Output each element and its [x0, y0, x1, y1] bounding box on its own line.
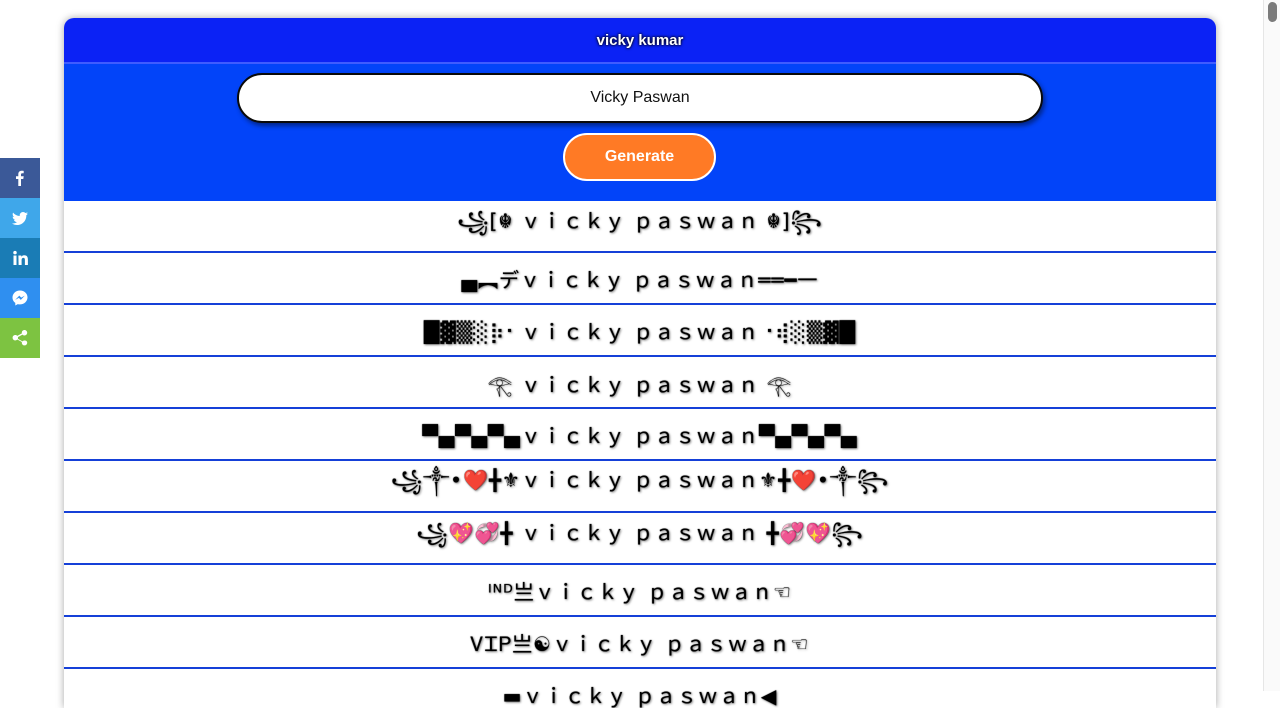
result-item[interactable]: 𓂀 ｖｉｃｋｙ ｐａｓｗａｎ 𓂀: [64, 357, 1216, 409]
linkedin-icon: [13, 250, 28, 265]
result-item[interactable]: ᴵᴺᴰ亗ｖｉｃｋｙ ｐａｓｗａｎ☜: [64, 565, 1216, 617]
generator-card: vicky kumar Generate ꧁[☬ ｖｉｃｋｙ ｐａｓｗａｎ ☬]…: [64, 18, 1216, 708]
result-item[interactable]: ▬ｖｉｃｋｙ ｐａｓｗａｎ◀: [64, 669, 1216, 708]
generate-button[interactable]: Generate: [563, 133, 716, 181]
result-item[interactable]: ꧁༒•❤️╋⚜ｖｉｃｋｙ ｐａｓｗａｎ⚜╋❤️•༒꧂: [64, 461, 1216, 513]
result-item[interactable]: ▄︻デｖｉｃｋｙ ｐａｓｗａｎ══━一: [64, 253, 1216, 305]
result-item[interactable]: ▀▄▀▄▀▄ｖｉｃｋｙ ｐａｓｗａｎ▀▄▀▄▀▄: [64, 409, 1216, 461]
messenger-share-button[interactable]: [0, 278, 40, 318]
general-share-button[interactable]: [0, 318, 40, 358]
facebook-icon: [16, 170, 24, 186]
result-item[interactable]: ᏙᏆᏢ亗☯ｖｉｃｋｙ ｐａｓｗａｎ☜: [64, 617, 1216, 669]
facebook-share-button[interactable]: [0, 158, 40, 198]
twitter-icon: [12, 212, 28, 225]
scrollbar[interactable]: [1263, 0, 1280, 691]
twitter-share-button[interactable]: [0, 198, 40, 238]
result-item[interactable]: ꧁[☬ ｖｉｃｋｙ ｐａｓｗａｎ ☬]꧂: [64, 201, 1216, 253]
result-item[interactable]: █▓▒░⡷⠂ｖｉｃｋｙ ｐａｓｗａｎ⠐⢾░▒▓█: [64, 305, 1216, 357]
share-sidebar: [0, 158, 40, 358]
scroll-thumb[interactable]: [1268, 2, 1277, 22]
result-item[interactable]: ꧁💖💞╋ ｖｉｃｋｙ ｐａｓｗａｎ ╋💞💖꧂: [64, 513, 1216, 565]
linkedin-share-button[interactable]: [0, 238, 40, 278]
input-panel: Generate: [64, 64, 1216, 201]
name-input[interactable]: [237, 73, 1043, 123]
page-title: vicky kumar: [64, 18, 1216, 64]
share-icon: [12, 330, 28, 346]
results-list: ꧁[☬ ｖｉｃｋｙ ｐａｓｗａｎ ☬]꧂ ▄︻デｖｉｃｋｙ ｐａｓｗａｎ══━一…: [64, 201, 1216, 708]
messenger-icon: [12, 290, 28, 306]
